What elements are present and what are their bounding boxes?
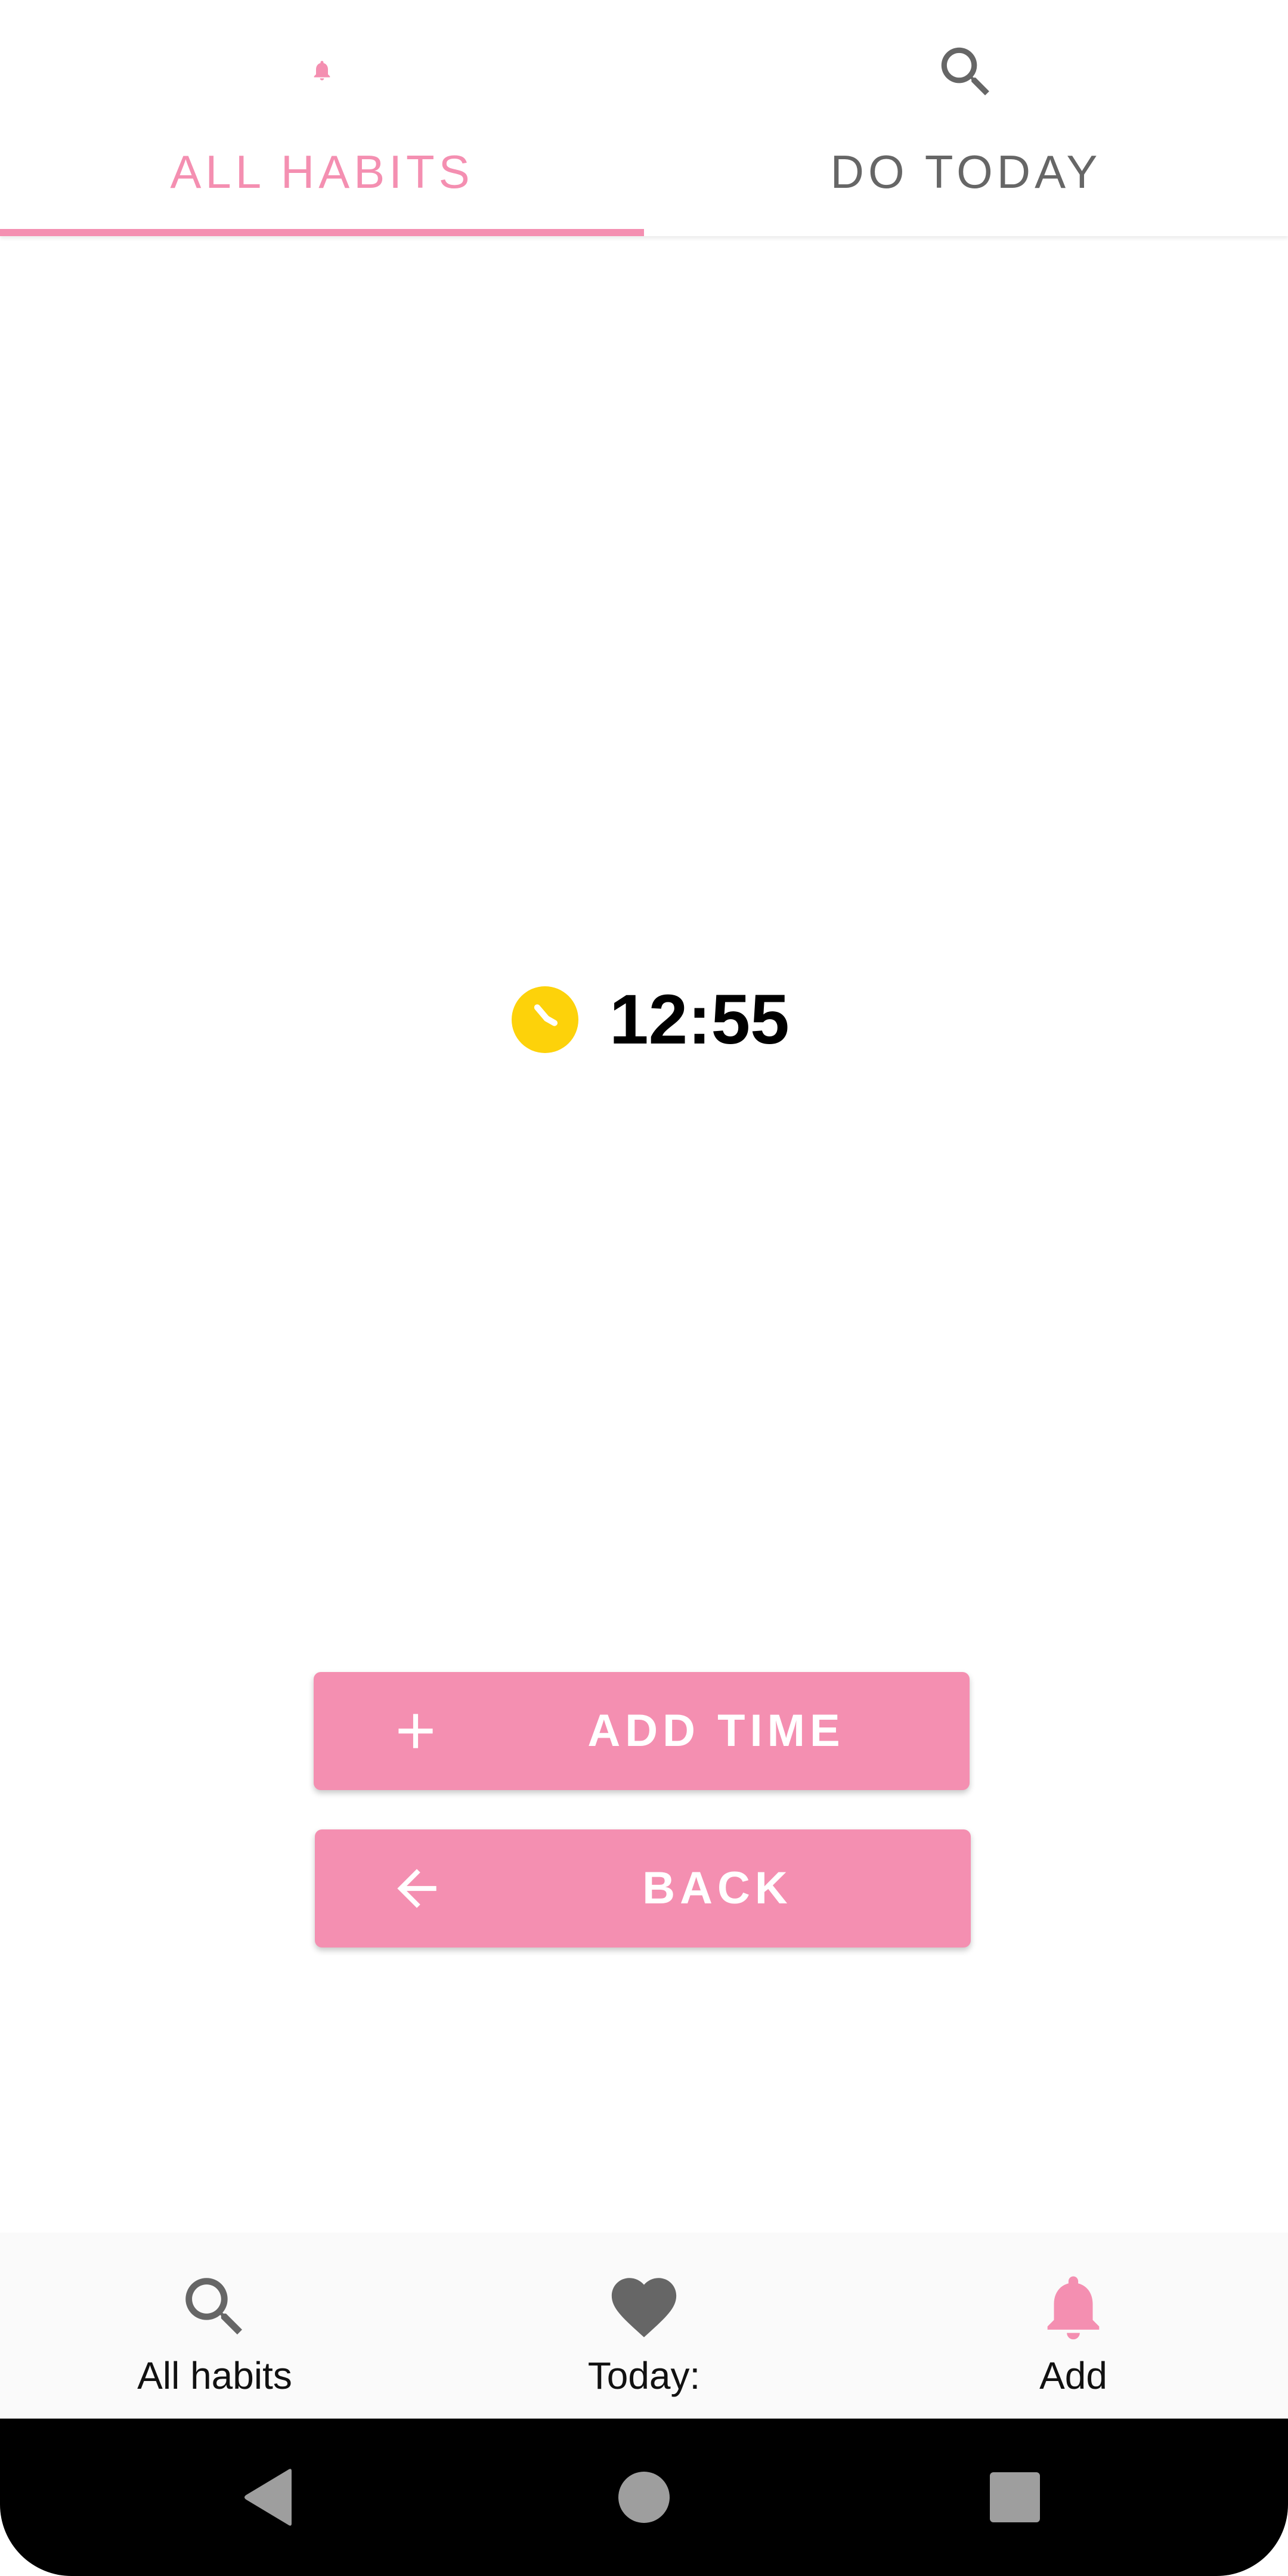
- plus-icon: [398, 1714, 433, 1748]
- bell-icon: [314, 61, 330, 80]
- home-circle-icon[interactable]: [618, 2472, 670, 2523]
- system-navigation-bar: [0, 2419, 1288, 2576]
- bell-icon: [1047, 2276, 1100, 2340]
- clock-icon: [512, 986, 578, 1053]
- arrow-left-icon: [397, 1869, 436, 1908]
- time-display: 12:55: [512, 978, 789, 1061]
- nav-label: Add: [1039, 2354, 1107, 2397]
- nav-item-today[interactable]: Today:: [429, 2233, 859, 2419]
- top-tab-bar: ALL HABITS DO TODAY: [0, 0, 1288, 236]
- search-icon: [941, 47, 989, 95]
- tab-do-today[interactable]: DO TODAY: [644, 0, 1288, 236]
- add-time-label: ADD TIME: [587, 1705, 845, 1756]
- tab-all-habits[interactable]: ALL HABITS: [0, 0, 644, 236]
- back-button[interactable]: BACK: [315, 1829, 971, 1948]
- nav-item-add[interactable]: Add: [859, 2233, 1288, 2419]
- time-value: 12:55: [609, 980, 789, 1059]
- heart-icon: [611, 2278, 677, 2337]
- nav-item-all-habits[interactable]: All habits: [0, 2233, 429, 2419]
- search-icon: [185, 2278, 242, 2334]
- back-label: BACK: [642, 1863, 792, 1914]
- recents-square-icon[interactable]: [990, 2472, 1040, 2522]
- bottom-navigation: All habits Today: Add: [0, 2233, 1288, 2419]
- screen: ALL HABITS DO TODAY 12:55 ADD TIME BACK: [0, 0, 1288, 2576]
- nav-label: Today:: [587, 2354, 701, 2397]
- nav-label: All habits: [137, 2354, 292, 2397]
- add-time-button[interactable]: ADD TIME: [314, 1672, 970, 1790]
- tab-label: ALL HABITS: [170, 145, 474, 198]
- tab-selected-indicator: [0, 229, 644, 236]
- back-triangle-icon[interactable]: [242, 2467, 295, 2527]
- tab-label: DO TODAY: [830, 145, 1102, 198]
